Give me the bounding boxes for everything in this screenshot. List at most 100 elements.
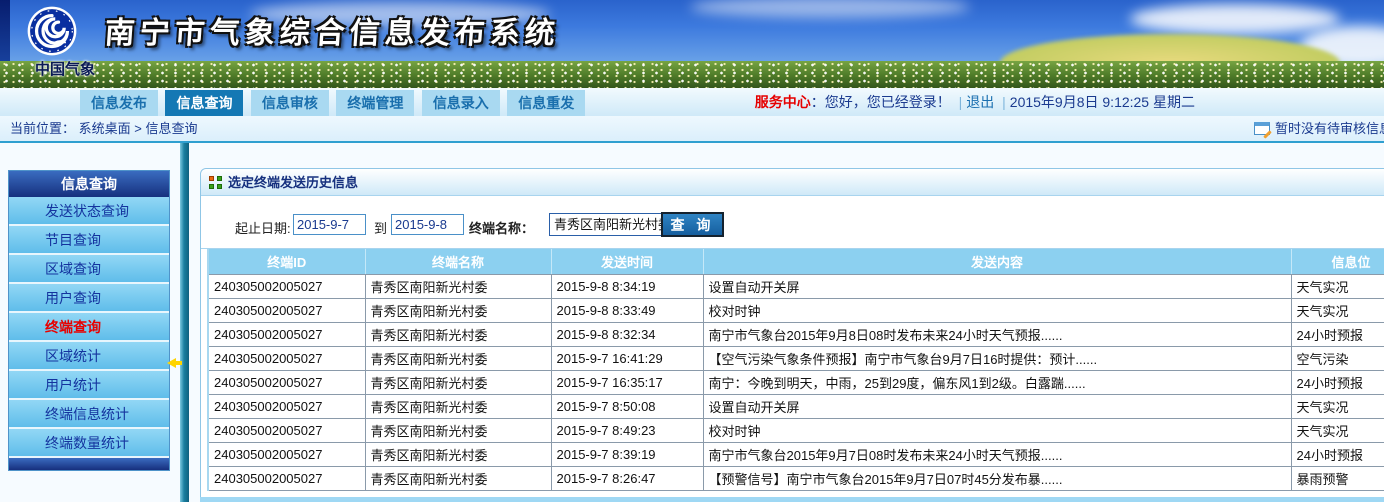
table-header-row: 终端ID 终端名称 发送时间 发送内容 信息位 (208, 249, 1384, 274)
sidebar-item-label: 用户统计 (45, 377, 101, 393)
nav-tab[interactable]: 信息重发 (507, 90, 585, 116)
cell-terminal-id: 240305002005027 (208, 442, 365, 466)
date-to-input[interactable] (391, 214, 464, 235)
sidebar-item[interactable]: 用户查询 (9, 284, 169, 313)
table-row[interactable]: 240305002005027 青秀区南阳新光村委 2015-9-7 8:26:… (208, 466, 1384, 490)
review-notice: 暂时没有待审核信息 (1254, 116, 1384, 141)
nav-tab[interactable]: 信息查询 (165, 90, 243, 116)
cell-terminal-name: 青秀区南阳新光村委 (365, 394, 551, 418)
nav-tab-label: 信息审核 (262, 95, 318, 111)
cloud-decoration (1130, 4, 1340, 34)
table-row[interactable]: 240305002005027 青秀区南阳新光村委 2015-9-7 8:50:… (208, 394, 1384, 418)
date-from-input[interactable] (293, 214, 366, 235)
sidebar-item-label: 区域统计 (45, 348, 101, 364)
cell-send-content: 校对时钟 (703, 298, 1291, 322)
cell-send-time: 2015-9-7 8:26:47 (551, 466, 703, 490)
nav-tab-label: 信息发布 (91, 95, 147, 111)
nav-tab[interactable]: 信息发布 (80, 90, 158, 116)
nav-tab[interactable]: 信息录入 (422, 90, 500, 116)
section-title: 选定终端发送历史信息 (228, 169, 358, 196)
cell-info-type: 天气实况 (1291, 274, 1384, 298)
sidebar-item-label: 区域查询 (45, 261, 101, 277)
query-form: 起止日期: 到 终端名称： 青秀区南阳新光村委 ∨ 查 询 (201, 196, 1384, 249)
to-label: 到 (374, 218, 387, 237)
table-row[interactable]: 240305002005027 青秀区南阳新光村委 2015-9-8 8:32:… (208, 322, 1384, 346)
cell-send-content: 南宁市气象台2015年9月8日08时发布未来24小时天气预报...... (703, 322, 1291, 346)
terminal-name-label: 终端名称： (469, 218, 534, 237)
cell-info-type: 24小时预报 (1291, 442, 1384, 466)
sidebar-item[interactable]: 发送状态查询 (9, 197, 169, 226)
cell-terminal-id: 240305002005027 (208, 322, 365, 346)
table-row[interactable]: 240305002005027 青秀区南阳新光村委 2015-9-7 8:39:… (208, 442, 1384, 466)
separator: | (1002, 94, 1006, 110)
sidebar-item[interactable]: 节目查询 (9, 226, 169, 255)
cell-info-type: 空气污染 (1291, 346, 1384, 370)
cell-terminal-id: 240305002005027 (208, 394, 365, 418)
cell-send-time: 2015-9-7 8:50:08 (551, 394, 703, 418)
cell-send-time: 2015-9-7 8:39:19 (551, 442, 703, 466)
nav-tab-label: 信息查询 (176, 95, 232, 111)
table-row[interactable]: 240305002005027 青秀区南阳新光村委 2015-9-7 8:49:… (208, 418, 1384, 442)
cell-send-time: 2015-9-7 8:49:23 (551, 418, 703, 442)
review-notice-text: 暂时没有待审核信息 (1275, 121, 1384, 136)
cell-terminal-name: 青秀区南阳新光村委 (365, 322, 551, 346)
nav-tab[interactable]: 信息审核 (251, 90, 329, 116)
datetime-text: 2015年9月8日 9:12:25 星期二 (1010, 94, 1195, 110)
table-row[interactable]: 240305002005027 青秀区南阳新光村委 2015-9-7 16:41… (208, 346, 1384, 370)
breadcrumb-separator: > (134, 121, 142, 136)
cell-terminal-name: 青秀区南阳新光村委 (365, 418, 551, 442)
logout-link[interactable]: 退出 (966, 94, 994, 110)
cell-terminal-id: 240305002005027 (208, 274, 365, 298)
sidebar-item-label: 终端信息统计 (45, 406, 129, 422)
cell-send-content: 【空气污染气象条件预报】南宁市气象台9月7日16时提供：预计...... (703, 346, 1291, 370)
nav-tab-label: 终端管理 (347, 95, 403, 111)
cell-terminal-name: 青秀区南阳新光村委 (365, 346, 551, 370)
cell-info-type: 天气实况 (1291, 394, 1384, 418)
cell-terminal-id: 240305002005027 (208, 370, 365, 394)
collapse-arrow-icon[interactable] (167, 358, 176, 368)
sidebar-menu: 信息查询 发送状态查询 节目查询 区域查询 用户查询 终端查询 区域统计 用户统… (8, 170, 170, 471)
cell-terminal-id: 240305002005027 (208, 418, 365, 442)
cell-send-time: 2015-9-7 16:41:29 (551, 346, 703, 370)
cell-send-content: 校对时钟 (703, 418, 1291, 442)
cell-send-content: 南宁市气象台2015年9月7日08时发布未来24小时天气预报...... (703, 442, 1291, 466)
table-row[interactable]: 240305002005027 青秀区南阳新光村委 2015-9-8 8:33:… (208, 298, 1384, 322)
cell-terminal-id: 240305002005027 (208, 298, 365, 322)
table-header-cell: 发送时间 (551, 249, 703, 274)
cell-info-type: 24小时预报 (1291, 322, 1384, 346)
sidebar-item[interactable]: 区域统计 (9, 342, 169, 371)
cell-info-type: 天气实况 (1291, 298, 1384, 322)
cell-send-time: 2015-9-8 8:32:34 (551, 322, 703, 346)
cell-terminal-name: 青秀区南阳新光村委 (365, 274, 551, 298)
cell-terminal-id: 240305002005027 (208, 346, 365, 370)
sidebar-item[interactable]: 终端查询 (9, 313, 169, 342)
cell-terminal-id: 240305002005027 (208, 466, 365, 490)
nav-tabs: 信息发布 信息查询 信息审核 终端管理 信息录入 信息重发 (80, 90, 588, 116)
breadcrumb-prefix: 当前位置： (10, 121, 75, 136)
sidebar-item[interactable]: 用户统计 (9, 371, 169, 400)
grid-squares-icon (209, 176, 222, 189)
search-button[interactable]: 查 询 (661, 212, 724, 237)
table-header-cell: 信息位 (1291, 249, 1384, 274)
breadcrumb-home-link[interactable]: 系统桌面 (79, 121, 131, 136)
cell-send-content: 【预警信号】南宁市气象台2015年9月7日07时45分发布暴...... (703, 466, 1291, 490)
cloud-decoration (690, 0, 970, 18)
nav-tab-label: 信息重发 (518, 95, 574, 111)
cell-info-type: 暴雨预警 (1291, 466, 1384, 490)
sidebar-item-label: 终端查询 (45, 319, 101, 335)
service-center-line: 服务中心：您好，您已经登录！ |退出 |2015年9月8日 9:12:25 星期… (755, 88, 1195, 116)
sidebar-item[interactable]: 终端数量统计 (9, 429, 169, 458)
table-row[interactable]: 240305002005027 青秀区南阳新光村委 2015-9-8 8:34:… (208, 274, 1384, 298)
sidebar-item[interactable]: 终端信息统计 (9, 400, 169, 429)
sidebar-splitter[interactable] (180, 143, 189, 502)
cell-send-content: 设置自动开关屏 (703, 274, 1291, 298)
separator: | (959, 94, 963, 110)
table-row[interactable]: 240305002005027 青秀区南阳新光村委 2015-9-7 16:35… (208, 370, 1384, 394)
cell-send-content: 设置自动开关屏 (703, 394, 1291, 418)
page-title: 南宁市气象综合信息发布系统 (103, 8, 561, 52)
breadcrumb-current-link[interactable]: 信息查询 (146, 121, 198, 136)
sidebar-item[interactable]: 区域查询 (9, 255, 169, 284)
nav-tab[interactable]: 终端管理 (336, 90, 414, 116)
nav-tab-label: 信息录入 (433, 95, 489, 111)
table-header-cell: 终端ID (208, 249, 365, 274)
